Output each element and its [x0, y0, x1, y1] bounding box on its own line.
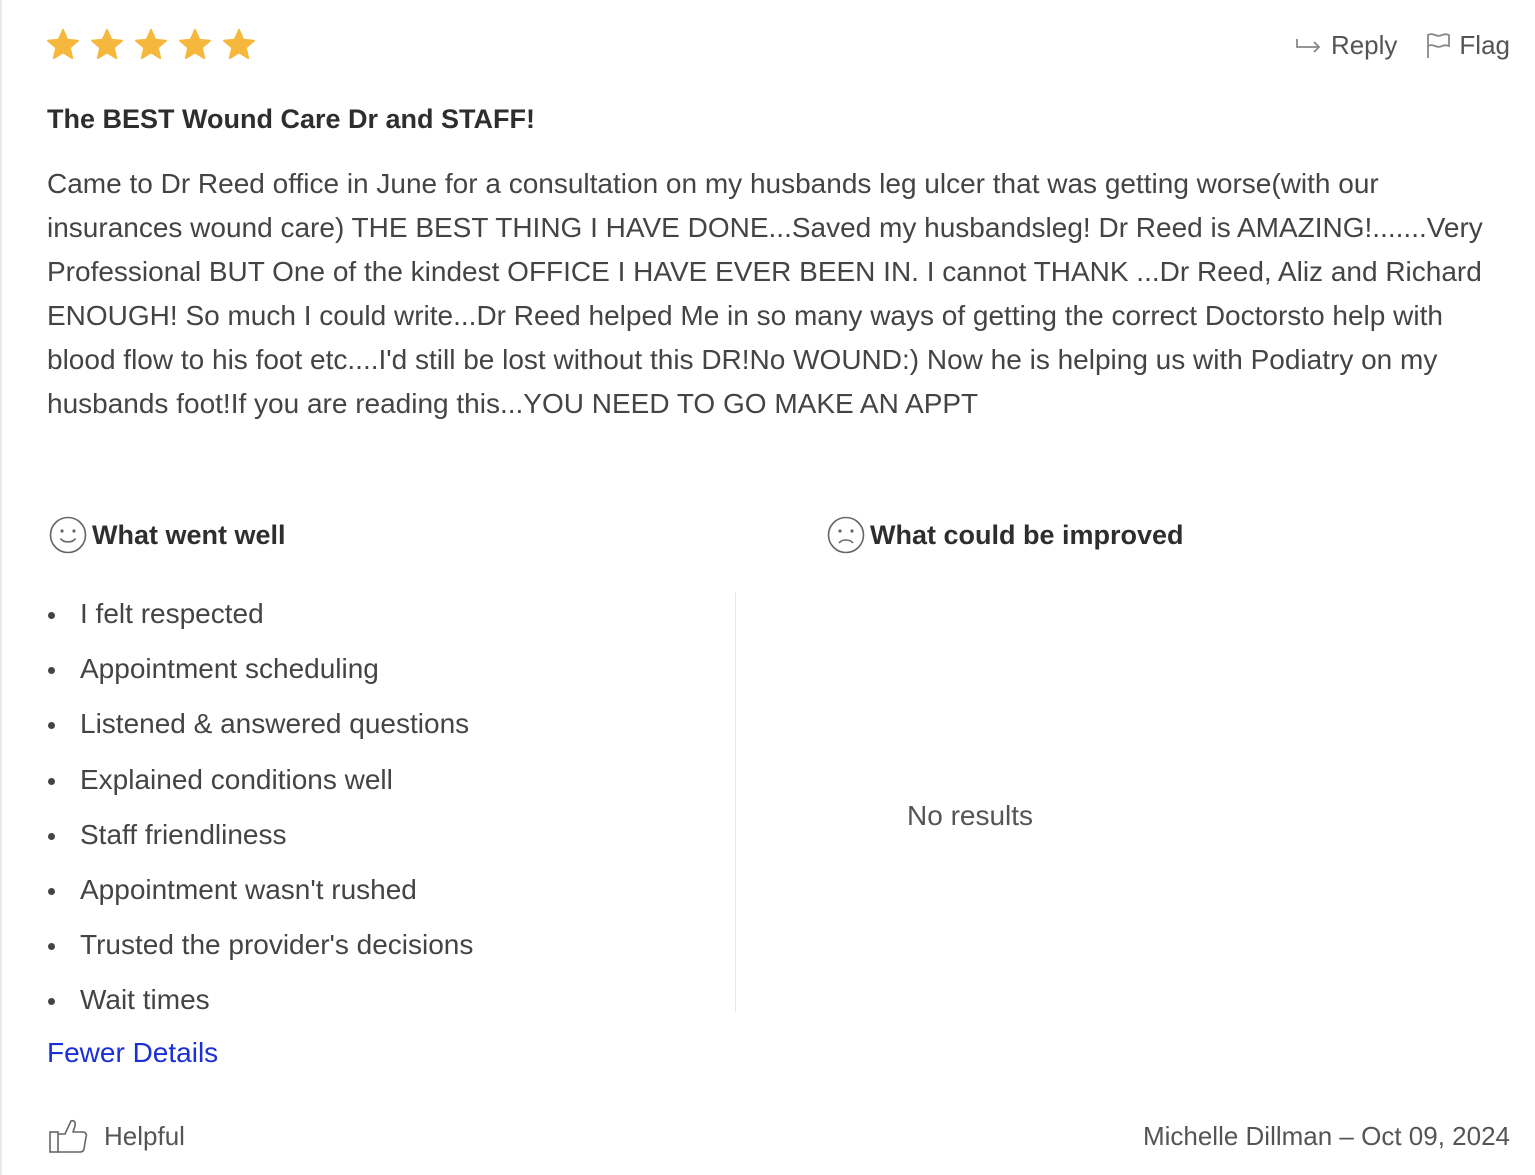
- helpful-label: Helpful: [104, 1120, 185, 1151]
- what-could-be-improved-label: What could be improved: [870, 519, 1184, 550]
- list-item: Appointment wasn't rushed: [47, 864, 473, 919]
- star-rating: [45, 27, 257, 63]
- review-byline: Michelle Dillman – Oct 09, 2024: [1142, 1121, 1510, 1151]
- frown-face-icon: [826, 515, 866, 555]
- list-item: Staff friendliness: [47, 809, 473, 864]
- star-icon: [221, 27, 257, 63]
- column-divider: [735, 592, 736, 1012]
- list-item: Wait times: [47, 974, 473, 1029]
- review-title: The BEST Wound Care Dr and STAFF!: [47, 104, 536, 134]
- star-icon: [45, 27, 81, 63]
- went-well-list: I felt respected Appointment scheduling …: [47, 588, 473, 1030]
- what-went-well-label: What went well: [92, 519, 286, 550]
- list-item: Appointment scheduling: [47, 643, 473, 698]
- flag-icon: [1425, 32, 1451, 60]
- list-item: Trusted the provider's decisions: [47, 919, 473, 974]
- flag-label: Flag: [1459, 30, 1510, 60]
- list-item: Explained conditions well: [47, 754, 473, 809]
- what-could-be-improved-heading: What could be improved: [826, 515, 1184, 555]
- list-item: I felt respected: [47, 588, 473, 643]
- what-went-well-heading: What went well: [48, 515, 286, 555]
- review-card: Reply Flag The BEST Wound Care Dr and ST…: [0, 0, 1535, 1175]
- review-actions: Reply Flag: [1295, 30, 1510, 61]
- thumbs-up-icon: [48, 1116, 90, 1156]
- reply-label: Reply: [1330, 30, 1398, 60]
- reply-button[interactable]: Reply: [1295, 30, 1397, 61]
- smile-face-icon: [48, 515, 88, 555]
- flag-button[interactable]: Flag: [1425, 30, 1510, 61]
- no-results-text: No results: [907, 800, 1034, 831]
- list-item: Listened & answered questions: [47, 698, 473, 753]
- fewer-details-link[interactable]: Fewer Details: [47, 1037, 218, 1069]
- star-icon: [177, 27, 213, 63]
- helpful-button[interactable]: Helpful: [48, 1116, 185, 1156]
- star-icon: [133, 27, 169, 63]
- reply-arrow-icon: [1295, 36, 1323, 56]
- star-icon: [89, 27, 125, 63]
- review-body: Came to Dr Reed office in June for a con…: [47, 168, 1483, 419]
